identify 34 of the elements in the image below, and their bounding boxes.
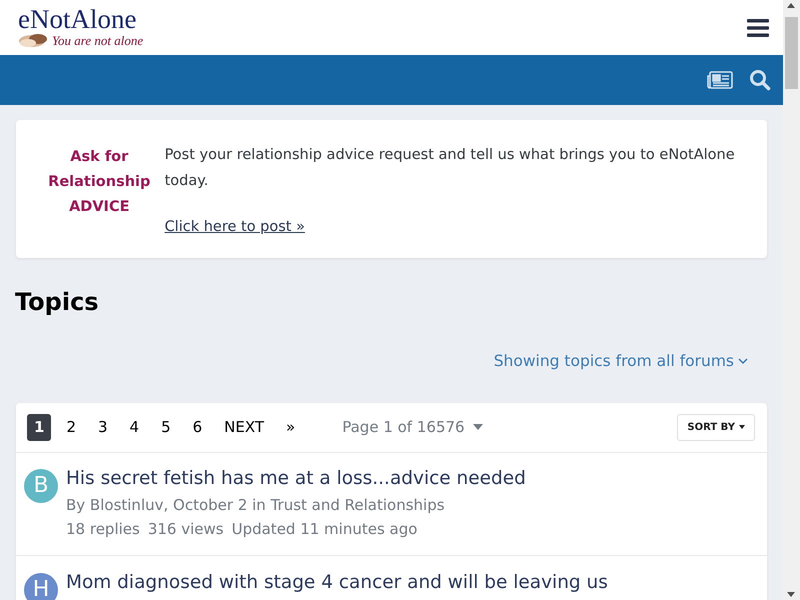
advice-heading: ADVICE — [68, 198, 130, 217]
page-title: Topics — [15, 288, 100, 317]
sort-button[interactable]: SORT BY — [677, 414, 755, 441]
page-button[interactable]: 6 — [186, 414, 210, 441]
advice-heading: Ask for — [69, 148, 130, 167]
logo-title[interactable]: eNotAlone — [18, 6, 144, 33]
post-link[interactable]: Click here to post » — [164, 219, 305, 235]
chevron-down-icon — [738, 357, 748, 366]
menu-icon[interactable] — [747, 18, 769, 36]
topic-meta: By Blostinluv, October 2 in Trust and Relationships — [66, 494, 446, 516]
page-selector[interactable]: Page 1 of 16576 — [342, 416, 483, 439]
topic-stat: 316 views — [148, 518, 224, 540]
page-button[interactable]: 1 — [27, 414, 52, 441]
search-icon[interactable] — [749, 69, 771, 91]
page-button[interactable]: 4 — [122, 414, 146, 441]
scroll-up-icon[interactable] — [787, 3, 795, 8]
last-page-button[interactable]: » — [279, 414, 302, 441]
advice-text: Post your relationship advice request and tell us what brings you to eNotAlone today. — [164, 146, 736, 191]
next-button[interactable]: NEXT — [217, 414, 272, 441]
topic-stat: 18 replies — [66, 518, 140, 540]
caret-icon — [739, 425, 745, 430]
topic-title-link[interactable]: His secret fetish has me at a loss...advice needed — [66, 466, 526, 491]
topic-stat: Updated 11 minutes ago — [232, 518, 418, 540]
page-button[interactable]: 5 — [154, 414, 178, 441]
scroll-down-icon[interactable] — [787, 592, 795, 597]
forum-filter-link[interactable]: Showing topics from all forums — [494, 350, 748, 373]
logo-tagline: You are not alone — [52, 34, 144, 46]
topic-title-link[interactable]: Mom diagnosed with stage 4 cancer and will be leaving us — [66, 570, 608, 595]
newspaper-icon[interactable] — [707, 71, 733, 89]
scrollbar-thumb[interactable] — [785, 17, 798, 89]
advice-heading: Relationship — [47, 173, 152, 192]
page-button[interactable]: 3 — [90, 414, 115, 441]
caret-icon — [472, 424, 483, 430]
page-button[interactable]: 2 — [59, 414, 83, 441]
